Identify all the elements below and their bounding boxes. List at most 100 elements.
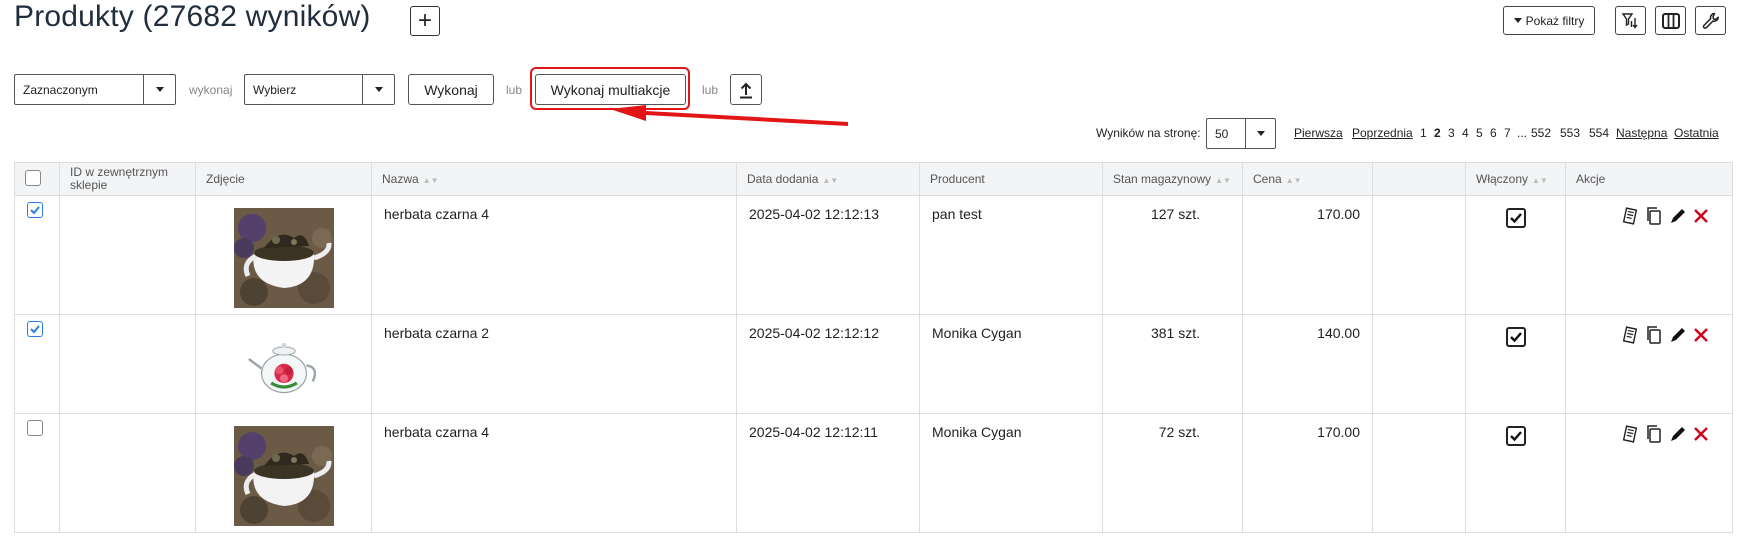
pager-page[interactable]: 552	[1531, 126, 1551, 140]
copy-icon[interactable]	[1644, 424, 1664, 444]
stock-cell: 72 szt.	[1102, 413, 1243, 533]
pager-last[interactable]: Ostatnia	[1674, 126, 1719, 140]
details-icon[interactable]	[1620, 325, 1640, 345]
per-page-label: Wyników na stronę:	[1096, 126, 1201, 140]
plus-icon: +	[417, 7, 432, 34]
caret-down-icon	[1513, 18, 1522, 23]
details-icon[interactable]	[1620, 424, 1640, 444]
external-id-cell	[59, 314, 196, 414]
delete-icon[interactable]	[1692, 425, 1710, 443]
col-blank	[1372, 162, 1466, 196]
enabled-checkbox[interactable]	[1505, 208, 1526, 228]
col-enabled-label: Włączony	[1476, 172, 1529, 186]
check-icon	[1509, 332, 1522, 343]
pager-page[interactable]: 553	[1560, 126, 1580, 140]
col-photo: Zdjęcie	[195, 162, 372, 196]
enabled-cell	[1465, 314, 1566, 414]
table-row: herbata czarna 4 2025-04-02 12:12:11 Mon…	[14, 413, 1733, 533]
show-filters-button[interactable]: Pokaż filtry	[1503, 6, 1595, 35]
pager-next[interactable]: Następna	[1616, 126, 1667, 140]
edit-pencil-icon[interactable]	[1668, 206, 1688, 226]
pager-page[interactable]: 554	[1589, 126, 1609, 140]
action-select-value: Wybierz	[253, 82, 297, 97]
pager-page[interactable]: 3	[1448, 126, 1455, 140]
col-enabled[interactable]: Włączony ▲▼	[1465, 162, 1566, 196]
products-table: ID w zewnętrznym sklepie Zdjęcie Nazwa ▲▼…	[14, 162, 1733, 533]
col-price-label: Cena	[1253, 172, 1282, 186]
scope-select-value: Zaznaczonym	[23, 82, 98, 97]
action-select[interactable]: Wybierz	[244, 74, 395, 105]
row-checkbox[interactable]	[27, 202, 43, 218]
glass-teapot-image	[243, 327, 324, 407]
col-date-added[interactable]: Data dodania ▲▼	[736, 162, 920, 196]
pager-page[interactable]: 6	[1490, 126, 1497, 140]
execute-label: wykonaj	[189, 83, 233, 97]
select-all-checkbox[interactable]	[25, 169, 41, 186]
enabled-checkbox[interactable]	[1505, 426, 1526, 446]
delete-icon[interactable]	[1692, 326, 1710, 344]
blank-cell	[1372, 413, 1466, 533]
col-date-label: Data dodania	[747, 172, 819, 186]
photo-cell	[195, 314, 372, 414]
sort-icon: ▲▼	[422, 176, 439, 185]
sort-icon: ▲▼	[1285, 176, 1302, 185]
enabled-checkbox[interactable]	[1505, 327, 1526, 347]
chevron-down-icon	[1245, 119, 1275, 148]
page-title: Produkty (27682 wyników)	[14, 0, 371, 33]
pager-prev[interactable]: Poprzednia	[1352, 126, 1413, 140]
select-all-cell	[14, 162, 60, 196]
product-photo[interactable]	[196, 426, 371, 526]
per-page-select[interactable]: 50	[1206, 118, 1276, 149]
details-icon[interactable]	[1620, 206, 1640, 226]
photo-cell	[195, 195, 372, 315]
row-checkbox[interactable]	[27, 321, 43, 337]
product-photo[interactable]	[196, 208, 371, 308]
row-select-cell	[14, 314, 60, 414]
settings-button[interactable]	[1695, 6, 1726, 35]
col-name-label: Nazwa	[382, 172, 419, 186]
pager-first[interactable]: Pierwsza	[1294, 126, 1343, 140]
col-stock[interactable]: Stan magazynowy ▲▼	[1102, 162, 1243, 196]
name-cell: herbata czarna 2	[371, 314, 737, 414]
date-cell: 2025-04-02 12:12:12	[736, 314, 920, 414]
row-checkbox[interactable]	[27, 420, 43, 436]
pager-page[interactable]: 4	[1462, 126, 1469, 140]
check-icon	[1509, 213, 1522, 224]
stock-cell: 381 szt.	[1102, 314, 1243, 414]
filter-sort-button[interactable]	[1615, 6, 1646, 35]
add-product-button[interactable]: +	[410, 6, 440, 36]
name-cell: herbata czarna 4	[371, 413, 737, 533]
date-cell: 2025-04-02 12:12:11	[736, 413, 920, 533]
or-label: lub	[506, 83, 523, 97]
copy-icon[interactable]	[1644, 206, 1664, 226]
col-actions: Akcje	[1565, 162, 1733, 196]
chevron-down-icon	[362, 75, 394, 104]
producer-cell: Monika Cygan	[919, 413, 1103, 533]
pager-page[interactable]: 1	[1420, 126, 1427, 140]
annotation-arrow	[610, 105, 848, 126]
pager-page[interactable]: 7	[1504, 126, 1511, 140]
col-name[interactable]: Nazwa ▲▼	[371, 162, 737, 196]
blank-cell	[1372, 314, 1466, 414]
col-price[interactable]: Cena ▲▼	[1242, 162, 1373, 196]
row-select-cell	[14, 195, 60, 315]
edit-pencil-icon[interactable]	[1668, 325, 1688, 345]
name-cell: herbata czarna 4	[371, 195, 737, 315]
enabled-cell	[1465, 413, 1566, 533]
scope-select[interactable]: Zaznaczonym	[14, 74, 176, 105]
stock-cell: 127 szt.	[1102, 195, 1243, 315]
edit-pencil-icon[interactable]	[1668, 424, 1688, 444]
copy-icon[interactable]	[1644, 325, 1664, 345]
sort-icon: ▲▼	[1532, 176, 1548, 185]
sort-icon: ▲▼	[1215, 176, 1231, 185]
columns-button[interactable]	[1655, 6, 1686, 35]
columns-icon	[1661, 12, 1680, 29]
actions-cell	[1565, 314, 1733, 414]
run-action-button[interactable]: Wykonaj	[408, 74, 494, 105]
pager-page[interactable]: 5	[1476, 126, 1483, 140]
product-photo[interactable]	[196, 327, 371, 407]
table-header-row: ID w zewnętrznym sklepie Zdjęcie Nazwa ▲▼…	[14, 162, 1733, 196]
delete-icon[interactable]	[1692, 207, 1710, 225]
teapot-leaves-image	[233, 426, 334, 526]
check-icon	[1509, 431, 1522, 442]
